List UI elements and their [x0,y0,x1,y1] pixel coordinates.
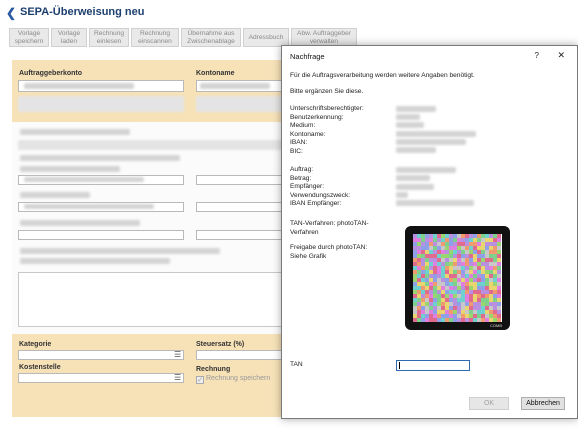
key-bic: BIC: [290,147,303,155]
list-icon[interactable]: ☰ [174,374,183,382]
button-label: laden [60,37,78,45]
button-label: Vorlage [57,30,81,37]
account-name-label: Kontoname [196,70,235,77]
redacted-text [24,177,144,182]
tan-method-line2: Verfahren [290,228,319,236]
tan-label: TAN [290,361,303,368]
save-invoice-checkbox[interactable]: ✓ [196,376,204,384]
save-template-button[interactable]: Vorlage speichern [9,28,49,47]
button-label: Abw. Auftraggeber [297,30,351,37]
redacted-text [18,140,284,150]
button-label: Adressbuch [248,33,284,41]
ok-button[interactable]: OK [469,397,509,410]
invoice-label: Rechnung [196,366,231,373]
read-invoice-button[interactable]: Rechnung einlesen [89,28,129,47]
tan-input[interactable] [396,360,470,371]
redacted-value [396,122,424,128]
cost-center-label: Kostenstelle [19,364,61,371]
text-caret [399,362,400,369]
account-label: Auftraggeberkonto [19,70,82,77]
key-purpose: Verwendungszweck: [290,191,351,199]
page-title: SEPA-Überweisung neu [20,6,145,18]
redacted-value [396,131,476,137]
save-invoice-label: Rechnung speichern [206,375,271,382]
key-account-name: Kontoname: [290,130,326,138]
redacted-text [20,192,90,198]
help-icon[interactable]: ? [535,51,539,60]
dialog-intro: Für die Auftragsverarbeitung werden weit… [290,72,475,79]
key-medium: Medium: [290,122,316,129]
key-amount: Betrag: [290,174,312,182]
redacted-value [396,147,436,153]
redacted-value [396,167,456,173]
key-recipient: Empfänger: [290,183,325,190]
redacted-value [396,192,408,198]
release-line1: Freigabe durch photoTAN: [290,244,368,251]
redacted-value [396,175,430,181]
redacted-value [396,114,420,120]
key-signatory: Unterschriftsberechtigter: [290,105,364,112]
tan-method-line1: TAN-Verfahren: photoTAN- [290,220,369,227]
scan-invoice-button[interactable]: Rechnung einscannen [131,28,179,47]
button-label: Rechnung [139,30,171,37]
key-user-id: Benutzerkennung: [290,113,344,121]
button-label: Vorlage [17,30,41,37]
button-label: Zwischenablage [187,37,235,45]
mosaic-cell [497,318,501,322]
category-field[interactable] [18,350,184,360]
purpose-field[interactable] [18,230,184,240]
load-template-button[interactable]: Vorlage laden [51,28,87,47]
redacted-text [20,258,170,264]
dialog-prompt: Bitte ergänzen Sie diese. [290,88,364,95]
button-label: einscannen [138,37,172,45]
phototan-caption: COMB [490,323,502,328]
button-label: Übernahme aus [187,30,235,37]
redacted-text [20,129,130,135]
redacted-text [24,83,134,89]
bic-field[interactable] [196,202,284,212]
phototan-graphic: COMB [395,218,518,339]
redacted-value [396,200,474,206]
redacted-text [20,166,120,172]
redacted-text [18,96,184,112]
redacted-text [20,248,220,254]
button-label: verwalten [309,37,339,45]
release-line2: Siehe Grafik [290,252,327,260]
redacted-value [396,139,466,145]
cost-center-field[interactable] [18,373,184,383]
key-order: Auftrag: [290,166,314,173]
paste-from-clipboard-button[interactable]: Übernahme aus Zwischenablage [181,28,241,47]
amount-field[interactable] [196,175,284,185]
request-dialog: Nachfrage ? ✕ Für die Auftragsverarbeitu… [281,45,578,419]
redacted-text [196,96,284,112]
button-label: speichern [14,37,44,45]
redacted-value [396,184,434,190]
purpose-textarea[interactable] [18,272,284,327]
dialog-title: Nachfrage [290,52,325,61]
redacted-text [20,220,140,226]
tax-rate-label: Steuersatz (%) [196,341,245,348]
phototan-frame: COMB [405,226,510,330]
back-arrow-icon[interactable]: ❮ [6,7,18,19]
category-label: Kategorie [19,341,52,348]
redacted-text [24,204,154,209]
redacted-text [200,83,270,89]
button-label: Rechnung [93,30,125,37]
cancel-button[interactable]: Abbrechen [521,397,565,410]
tax-rate-field[interactable] [196,350,284,360]
redacted-text [20,155,180,161]
list-icon[interactable]: ☰ [174,351,183,359]
close-icon[interactable]: ✕ [557,50,565,61]
phototan-mosaic [413,234,502,322]
key-recipient-iban: IBAN Empfänger: [290,200,342,207]
key-iban: IBAN: [290,139,308,146]
button-label: einlesen [96,37,122,45]
reference-field[interactable] [196,230,284,240]
redacted-value [396,106,436,112]
